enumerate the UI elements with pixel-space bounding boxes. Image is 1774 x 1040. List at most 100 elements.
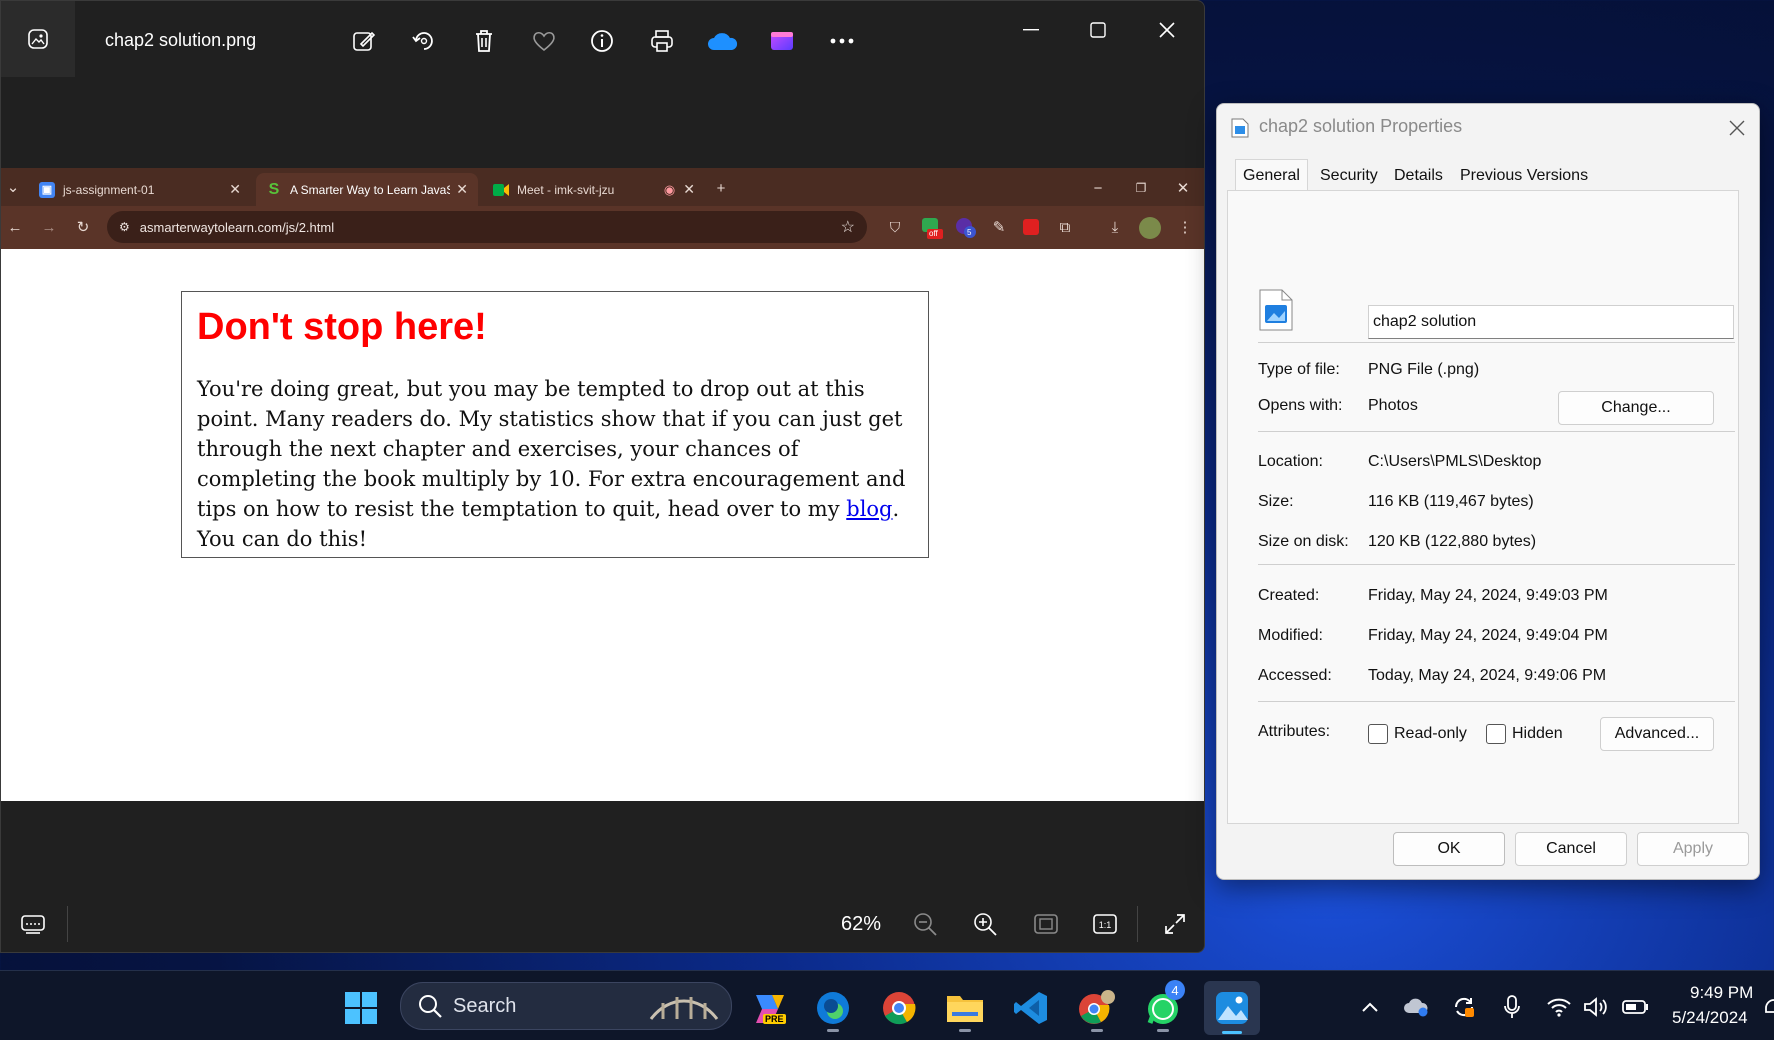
battery-icon[interactable] (1622, 994, 1648, 1020)
clock-time[interactable]: 9:49 PM (1690, 983, 1753, 1003)
shield-extension-icon[interactable]: ⛉ (883, 215, 907, 239)
back-icon[interactable]: ← (3, 215, 27, 239)
chrome-app-icon[interactable] (877, 986, 921, 1030)
tab-general[interactable]: General (1235, 159, 1308, 192)
close-tab-icon[interactable]: ✕ (683, 181, 695, 198)
profile-avatar[interactable] (1139, 217, 1161, 239)
blog-link[interactable]: blog (846, 497, 892, 521)
microphone-icon[interactable] (1499, 994, 1525, 1020)
delete-icon[interactable] (466, 23, 502, 59)
notification-bell-icon[interactable] (1762, 994, 1774, 1020)
extension-off-icon[interactable]: off (921, 217, 943, 239)
reload-icon[interactable]: ↻ (71, 215, 95, 239)
photos-app-taskbar-icon[interactable] (1204, 981, 1260, 1035)
clipchamp-icon[interactable] (764, 23, 800, 59)
address-bar[interactable]: ⚙ asmarterwaytolearn.com/js/2.html ☆ (107, 211, 867, 243)
running-indicator (1157, 1029, 1169, 1032)
actual-size-icon[interactable]: 1:1 (1087, 906, 1123, 942)
maximize-button[interactable] (1073, 15, 1123, 45)
forward-icon[interactable]: → (37, 215, 61, 239)
vscode-app-icon[interactable] (1009, 986, 1053, 1030)
close-button[interactable] (1142, 15, 1192, 45)
filmstrip-icon[interactable] (15, 906, 51, 942)
bottom-divider (67, 906, 68, 942)
browser-restore-icon[interactable]: ❐ (1129, 176, 1153, 200)
download-icon[interactable]: ⤓ (1103, 215, 1127, 239)
tab-previous-versions[interactable]: Previous Versions (1453, 162, 1595, 190)
show-hidden-icons-chevron-icon[interactable] (1357, 994, 1383, 1020)
zoom-in-icon[interactable] (967, 906, 1003, 942)
wifi-icon[interactable] (1546, 994, 1572, 1020)
fit-to-window-icon[interactable] (1028, 906, 1064, 942)
clock-date[interactable]: 5/24/2024 (1672, 1008, 1748, 1028)
close-tab-icon[interactable]: ✕ (229, 181, 241, 198)
sync-tray-icon[interactable] (1451, 994, 1477, 1020)
location-label: Location: (1258, 453, 1323, 470)
attributes-label: Attributes: (1258, 723, 1331, 740)
separator (1258, 564, 1735, 565)
zoom-out-icon[interactable] (907, 906, 943, 942)
file-name-field[interactable]: chap2 solution (1368, 305, 1734, 339)
png-file-icon (1259, 289, 1293, 331)
chrome-profile-app-icon[interactable] (1075, 986, 1119, 1032)
extensions-puzzle-icon[interactable]: ⧉ (1053, 215, 1077, 239)
advanced-button[interactable]: Advanced... (1600, 717, 1714, 751)
volume-icon[interactable] (1583, 994, 1609, 1020)
tab-details[interactable]: Details (1387, 162, 1450, 190)
location-value: C:\Users\PMLS\Desktop (1368, 453, 1542, 470)
browser-minimize-icon[interactable]: − (1086, 176, 1110, 200)
video-extension-icon[interactable] (1023, 219, 1039, 235)
photo-canvas[interactable]: ⌄ ▣ js-assignment-01 ✕ S A Smarter Way t… (1, 168, 1204, 801)
info-icon[interactable] (584, 23, 620, 59)
dialog-title: chap2 solution Properties (1259, 116, 1463, 136)
url-text: asmarterwaytolearn.com/js/2.html (139, 219, 335, 235)
copilot-app-icon[interactable]: PRE (745, 986, 789, 1030)
tab-label: Meet - imk-svit-jzu (517, 182, 615, 197)
browser-menu-icon[interactable]: ⋮ (1173, 215, 1197, 239)
size-value: 116 KB (119,467 bytes) (1368, 493, 1534, 510)
opens-with-label: Opens with: (1258, 397, 1343, 414)
tab-security[interactable]: Security (1313, 162, 1385, 190)
browser-close-icon[interactable]: ✕ (1171, 176, 1195, 200)
hidden-checkbox[interactable] (1486, 724, 1506, 744)
cancel-button[interactable]: Cancel (1515, 832, 1627, 866)
tab-search-chevron-icon[interactable]: ⌄ (1, 175, 25, 199)
file-icon (1231, 118, 1249, 138)
onedrive-tray-icon[interactable] (1403, 994, 1429, 1020)
print-icon[interactable] (644, 23, 680, 59)
browser-tab-active[interactable]: S A Smarter Way to Learn JavaScr ✕ (256, 173, 478, 206)
onedrive-icon[interactable] (704, 23, 740, 59)
created-label: Created: (1258, 587, 1320, 604)
read-only-checkbox[interactable] (1368, 724, 1388, 744)
more-icon[interactable] (824, 23, 860, 59)
edit-icon[interactable] (346, 23, 382, 59)
ok-button[interactable]: OK (1393, 832, 1505, 866)
change-button[interactable]: Change... (1558, 391, 1714, 425)
start-button[interactable] (339, 986, 383, 1030)
apply-button[interactable]: Apply (1637, 832, 1749, 866)
photos-app-icon[interactable] (1, 1, 75, 77)
bookmark-star-icon[interactable]: ☆ (841, 217, 855, 237)
new-tab-icon[interactable]: + (709, 176, 733, 200)
extension-count-badge: 5 (967, 228, 972, 237)
zoom-level: 62% (841, 913, 882, 935)
extension-off-badge: off (929, 229, 938, 238)
browser-tab[interactable]: Meet - imk-svit-jzu ◉ ✕ (483, 173, 705, 206)
whatsapp-app-icon[interactable]: 4 (1141, 980, 1185, 1032)
extension-5-icon[interactable]: 5 (955, 217, 977, 239)
dialog-close-button[interactable] (1722, 113, 1752, 143)
site-info-icon[interactable]: ⚙ (119, 220, 130, 234)
minimize-button[interactable] (1006, 15, 1056, 45)
file-explorer-icon[interactable] (943, 986, 987, 1032)
favorite-icon[interactable] (526, 23, 562, 59)
created-value: Friday, May 24, 2024, 9:49:03 PM (1368, 587, 1608, 604)
close-tab-icon[interactable]: ✕ (456, 181, 468, 198)
taskbar-search[interactable]: Search (400, 982, 732, 1030)
browser-tab[interactable]: ▣ js-assignment-01 ✕ (29, 173, 251, 206)
full-screen-icon[interactable] (1157, 906, 1193, 942)
size-label: Size: (1258, 493, 1294, 510)
edge-app-icon[interactable] (811, 986, 855, 1032)
eyedropper-icon[interactable]: ✎ (987, 215, 1011, 239)
rotate-icon[interactable] (406, 23, 442, 59)
recording-icon: ◉ (663, 181, 676, 197)
